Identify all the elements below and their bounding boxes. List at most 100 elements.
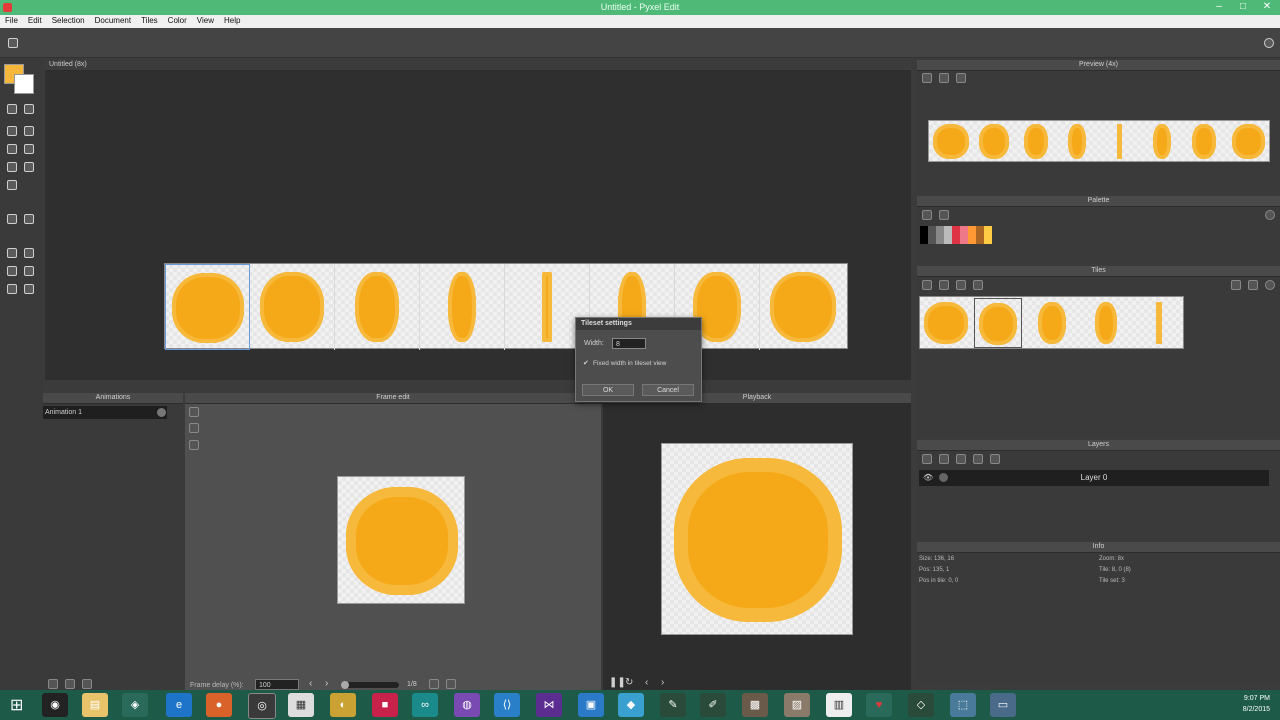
document-tab[interactable]: Untitled (8x) <box>45 60 911 71</box>
taskbar-app-10-icon[interactable]: ∞ <box>412 693 438 717</box>
merge-layer-icon[interactable] <box>973 454 983 464</box>
delete-tile-icon[interactable] <box>939 280 949 290</box>
prev-frame-icon[interactable]: ‹ <box>309 678 312 689</box>
zoom-out-icon[interactable] <box>939 73 949 83</box>
menu-selection[interactable]: Selection <box>47 15 90 26</box>
start-icon[interactable]: ⊞ <box>10 695 23 715</box>
tiles-zoom-out-icon[interactable] <box>1248 280 1258 290</box>
notepad-icon[interactable]: ▦ <box>288 693 314 717</box>
eraser-tool-icon[interactable] <box>24 144 34 154</box>
reset-colors-icon[interactable] <box>24 104 34 114</box>
tile-frame-1[interactable] <box>165 264 250 350</box>
tiles-settings-icon[interactable] <box>1265 280 1275 290</box>
eyedropper-tool-icon[interactable] <box>7 180 17 190</box>
pencil-tool-icon[interactable] <box>7 144 17 154</box>
taskbar-app-11-icon[interactable]: ◍ <box>454 693 480 717</box>
hand-tool-icon[interactable] <box>7 248 17 258</box>
unity-icon[interactable]: ◇ <box>908 693 934 717</box>
frame-toggle-icon[interactable] <box>24 266 34 276</box>
taskbar-app-8-icon[interactable]: ◐ <box>330 693 356 717</box>
redo-icon[interactable] <box>24 284 34 294</box>
tiles-zoom-in-icon[interactable] <box>1231 280 1241 290</box>
next-frame-icon[interactable]: › <box>325 678 328 689</box>
tile-tool-icon[interactable] <box>7 214 17 224</box>
taskbar-app-14-icon[interactable]: ▣ <box>578 693 604 717</box>
maximize-icon[interactable]: □ <box>1234 1 1252 13</box>
tileset-settings-icon[interactable] <box>973 280 983 290</box>
taskbar-app-19-icon[interactable]: ▨ <box>784 693 810 717</box>
tile-frame-8[interactable] <box>760 264 849 350</box>
taskbar-app-23-icon[interactable]: ⬚ <box>950 693 976 717</box>
frame-slider-handle[interactable] <box>341 681 349 689</box>
delete-animation-icon[interactable] <box>65 679 75 689</box>
firefox-icon[interactable]: ● <box>206 693 232 717</box>
move-tool-icon[interactable] <box>24 126 34 136</box>
taskbar-app-17-icon[interactable]: ✐ <box>700 693 726 717</box>
playback-prev-icon[interactable]: ‹ <box>645 677 648 688</box>
tile-place-tool-icon[interactable] <box>24 214 34 224</box>
add-layer-icon[interactable] <box>922 454 932 464</box>
loop-icon[interactable]: ↻ <box>625 677 633 688</box>
flipboard-icon[interactable]: ■ <box>372 693 398 717</box>
secondary-color-swatch[interactable] <box>14 74 34 94</box>
ok-button[interactable]: OK <box>582 384 634 396</box>
tile-frame-3[interactable] <box>335 264 420 350</box>
add-frame-icon[interactable] <box>429 679 439 689</box>
animation-tool-icon[interactable] <box>82 679 92 689</box>
close-icon[interactable]: ✕ <box>1258 1 1276 13</box>
tile-selected[interactable] <box>974 298 1022 348</box>
tiles-grid[interactable] <box>919 296 1184 349</box>
frame-grid-icon[interactable] <box>189 440 199 450</box>
grid-toggle-icon[interactable] <box>7 266 17 276</box>
palette-settings-icon[interactable] <box>1265 210 1275 220</box>
tileset-strip[interactable] <box>164 263 849 350</box>
menu-document[interactable]: Document <box>90 15 136 26</box>
remove-frame-icon[interactable] <box>446 679 456 689</box>
frame-edit-canvas[interactable] <box>337 476 465 604</box>
pyxel-edit-taskbar-icon[interactable]: ♥ <box>866 693 892 717</box>
taskbar-app-18-icon[interactable]: ▩ <box>742 693 768 717</box>
zoom-tool-icon[interactable] <box>24 248 34 258</box>
grid-icon[interactable] <box>956 73 966 83</box>
add-animation-icon[interactable] <box>48 679 58 689</box>
taskbar-app-20-icon[interactable]: ▥ <box>826 693 852 717</box>
menu-color[interactable]: Color <box>163 15 192 26</box>
menu-tiles[interactable]: Tiles <box>136 15 163 26</box>
animation-settings-icon[interactable] <box>157 408 166 417</box>
delete-layer-icon[interactable] <box>939 454 949 464</box>
visual-studio-icon[interactable]: ⋈ <box>536 693 562 717</box>
frame-zoom-out-icon[interactable] <box>189 423 199 433</box>
playback-next-icon[interactable]: › <box>661 677 664 688</box>
zoom-in-icon[interactable] <box>922 73 932 83</box>
minimize-icon[interactable]: – <box>1210 1 1228 13</box>
document-canvas[interactable]: Untitled (8x) <box>45 60 911 380</box>
menu-view[interactable]: View <box>192 15 219 26</box>
file-explorer-icon[interactable]: ▤ <box>82 693 108 717</box>
taskbar-app-16-icon[interactable]: ✎ <box>660 693 686 717</box>
duplicate-tile-icon[interactable] <box>956 280 966 290</box>
toolbar-options-icon[interactable] <box>8 38 18 48</box>
delete-color-icon[interactable] <box>939 210 949 220</box>
palette-swatches-row-1[interactable] <box>920 226 992 244</box>
width-input[interactable]: 8 <box>612 338 646 349</box>
menu-help[interactable]: Help <box>219 15 245 26</box>
brush-tool-icon[interactable] <box>24 162 34 172</box>
menu-edit[interactable]: Edit <box>23 15 47 26</box>
duplicate-layer-icon[interactable] <box>956 454 966 464</box>
undo-icon[interactable] <box>7 284 17 294</box>
fill-tool-icon[interactable] <box>7 162 17 172</box>
taskbar-app-1-icon[interactable]: ◉ <box>42 693 68 717</box>
layer-properties-icon[interactable] <box>990 454 1000 464</box>
frame-slider[interactable] <box>341 681 399 689</box>
select-tool-icon[interactable] <box>7 126 17 136</box>
add-color-icon[interactable] <box>922 210 932 220</box>
animation-row[interactable]: Animation 1 <box>43 406 167 419</box>
tile-frame-2[interactable] <box>250 264 335 350</box>
add-tile-icon[interactable] <box>922 280 932 290</box>
taskbar-app-3-icon[interactable]: ◈ <box>122 693 148 717</box>
frame-delay-input[interactable]: 100 <box>255 679 299 690</box>
taskbar-app-24-icon[interactable]: ▭ <box>990 693 1016 717</box>
visual-studio-code-icon[interactable]: ⟨⟩ <box>494 693 520 717</box>
frame-zoom-in-icon[interactable] <box>189 407 199 417</box>
settings-gear-icon[interactable] <box>1264 38 1274 48</box>
